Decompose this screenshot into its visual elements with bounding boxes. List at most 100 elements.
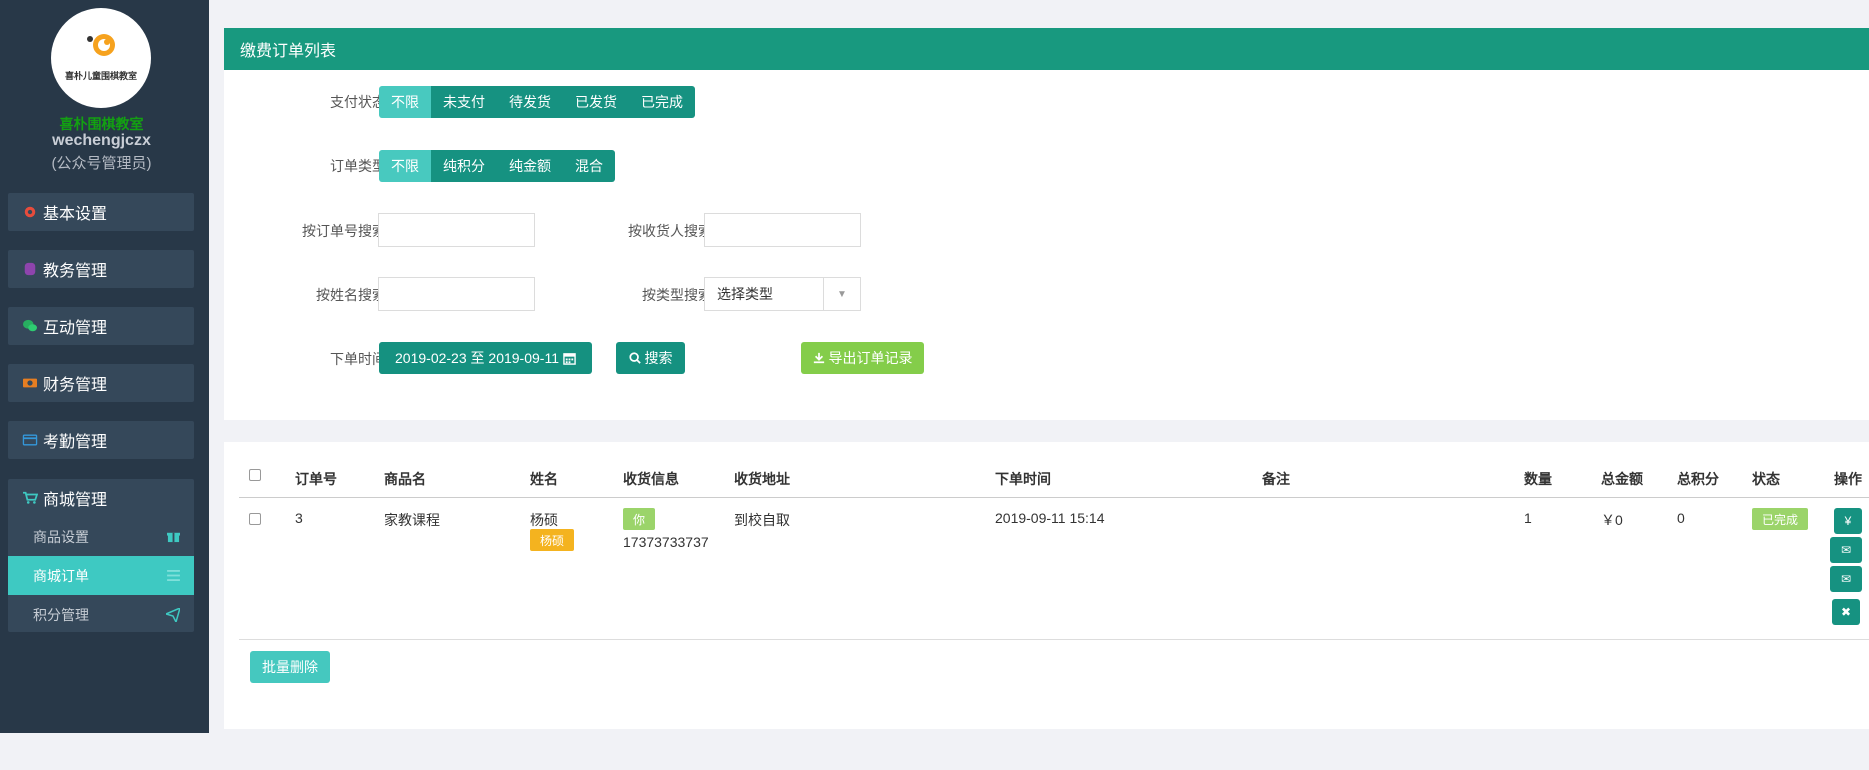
order-type-option[interactable]: 纯金额 xyxy=(497,150,563,182)
gift-icon xyxy=(167,532,180,543)
card-icon xyxy=(22,434,38,446)
row-divider xyxy=(239,639,1869,640)
chevron-down-icon: ▼ xyxy=(823,278,860,310)
cell-amount: ￥0 xyxy=(1601,512,1623,528)
cell-product: 家教课程 xyxy=(384,512,440,528)
select-all-checkbox[interactable] xyxy=(249,469,261,481)
user-role: (公众号管理员) xyxy=(51,155,152,172)
sub-item-label: 商品设置 xyxy=(33,528,89,545)
order-type-option[interactable]: 不限 xyxy=(379,150,431,182)
pay-status-option[interactable]: 待发货 xyxy=(497,86,563,118)
col-qty: 数量 xyxy=(1524,471,1552,487)
menu-attendance[interactable]: 考勤管理 xyxy=(8,421,194,459)
sub-item-label: 积分管理 xyxy=(33,606,89,623)
menu-basic-settings[interactable]: 基本设置 xyxy=(8,193,194,231)
search-button[interactable]: 搜索 xyxy=(616,342,685,374)
date-range-picker[interactable]: 2019-02-23 至 2019-09-11 xyxy=(379,342,592,374)
header-divider xyxy=(239,497,1869,498)
order-no-input[interactable] xyxy=(378,213,535,247)
delete-button[interactable]: ✖ xyxy=(1832,599,1860,625)
mail-button[interactable]: ✉ xyxy=(1830,566,1862,592)
username: wechengjczx xyxy=(52,132,151,149)
cart-icon xyxy=(23,491,38,504)
col-actions: 操作 xyxy=(1834,471,1862,487)
export-label: 导出订单记录 xyxy=(828,350,913,366)
sidebar-item-product-settings[interactable]: 商品设置 xyxy=(8,517,194,556)
cell-qty: 1 xyxy=(1524,510,1532,526)
sidebar-footer-strip xyxy=(0,733,209,770)
menu-shop-header[interactable]: 商城管理 xyxy=(8,479,194,517)
sidebar: 喜朴儿童围棋教室 喜朴围棋教室 wechengjczx (公众号管理员) 基本设… xyxy=(0,0,209,733)
col-name: 姓名 xyxy=(530,471,558,487)
money-icon xyxy=(23,378,37,388)
batch-delete-button[interactable]: 批量删除 xyxy=(250,651,330,683)
pay-status-group: 不限 未支付 待发货 已发货 已完成 xyxy=(379,86,695,118)
list-icon xyxy=(167,570,180,581)
type-select-value: 选择类型 xyxy=(717,286,773,302)
close-icon: ✖ xyxy=(1840,605,1852,619)
yen-icon: ¥ xyxy=(1844,514,1852,528)
col-product: 商品名 xyxy=(384,471,426,487)
gear-icon xyxy=(24,206,36,218)
menu-interaction[interactable]: 互动管理 xyxy=(8,307,194,345)
menu-shop: 商城管理 商品设置 商城订单 积分管理 xyxy=(8,479,194,632)
order-type-option[interactable]: 混合 xyxy=(563,150,615,182)
col-note: 备注 xyxy=(1262,471,1290,487)
col-receiver: 收货信息 xyxy=(623,471,679,487)
date-range-text: 2019-02-23 至 2019-09-11 xyxy=(395,350,559,366)
logo-text: 喜朴儿童围棋教室 xyxy=(64,71,137,81)
sidebar-item-shop-orders[interactable]: 商城订单 xyxy=(8,556,194,595)
search-label: 搜索 xyxy=(644,350,673,366)
menu-label: 商城管理 xyxy=(43,492,108,509)
menu-label: 互动管理 xyxy=(43,320,108,337)
row-checkbox[interactable] xyxy=(249,513,261,525)
order-type-option[interactable]: 纯积分 xyxy=(431,150,497,182)
pay-status-option[interactable]: 未支付 xyxy=(431,86,497,118)
cell-order-no: 3 xyxy=(295,510,303,526)
menu-label: 教务管理 xyxy=(43,263,108,280)
cell-address: 到校自取 xyxy=(734,512,790,528)
sidebar-item-points[interactable]: 积分管理 xyxy=(8,595,194,634)
type-select[interactable]: 选择类型 ▼ xyxy=(704,277,861,311)
type-search-label: 按类型搜索 xyxy=(642,287,712,303)
export-button[interactable]: 导出订单记录 xyxy=(801,342,924,374)
panel-title: 缴费订单列表 xyxy=(224,28,1869,70)
order-no-label: 按订单号搜索 xyxy=(302,223,386,239)
receiver-label: 按收货人搜索 xyxy=(628,223,712,239)
search-icon xyxy=(628,352,641,364)
message-button[interactable]: ✉ xyxy=(1830,537,1862,563)
orders-table-panel: 订单号 商品名 姓名 收货信息 收货地址 下单时间 备注 数量 总金额 总积分 … xyxy=(224,442,1869,729)
name-search-label: 按姓名搜索 xyxy=(316,287,386,303)
pay-status-option[interactable]: 已发货 xyxy=(563,86,629,118)
school-name: 喜朴围棋教室 xyxy=(59,116,144,132)
order-type-group: 不限 纯积分 纯金额 混合 xyxy=(379,150,615,182)
col-status: 状态 xyxy=(1752,471,1780,487)
order-time-label: 下单时间 xyxy=(330,351,386,367)
col-points: 总积分 xyxy=(1677,471,1719,487)
col-address: 收货地址 xyxy=(734,471,790,487)
pay-status-option[interactable]: 不限 xyxy=(379,86,431,118)
name-search-input[interactable] xyxy=(378,277,535,311)
wechat-icon xyxy=(23,319,37,332)
col-amount: 总金额 xyxy=(1601,471,1643,487)
menu-academic[interactable]: 教务管理 xyxy=(8,250,194,288)
cell-name: 杨硕 xyxy=(530,512,558,528)
cell-order-time: 2019-09-11 15:14 xyxy=(995,510,1105,526)
status-badge: 已完成 xyxy=(1752,508,1808,530)
receiver-input[interactable] xyxy=(704,213,861,247)
name-tag: 杨硕 xyxy=(530,529,574,551)
menu-finance[interactable]: 财务管理 xyxy=(8,364,194,402)
calendar-icon xyxy=(563,352,576,365)
download-icon xyxy=(813,352,824,364)
filter-panel: 缴费订单列表 支付状态 不限 未支付 待发货 已发货 已完成 订单类型 不限 纯… xyxy=(224,28,1869,420)
col-order-time: 下单时间 xyxy=(995,471,1051,487)
receiver-tag: 你 xyxy=(623,508,655,530)
menu-label: 财务管理 xyxy=(43,377,108,394)
pay-status-option[interactable]: 已完成 xyxy=(629,86,695,118)
school-logo: 喜朴儿童围棋教室 xyxy=(51,8,151,108)
sub-item-label: 商城订单 xyxy=(33,567,89,584)
logo-mark-icon xyxy=(87,34,115,56)
col-order-no: 订单号 xyxy=(295,471,337,487)
database-icon xyxy=(24,262,36,276)
pay-button[interactable]: ¥ xyxy=(1834,508,1862,534)
